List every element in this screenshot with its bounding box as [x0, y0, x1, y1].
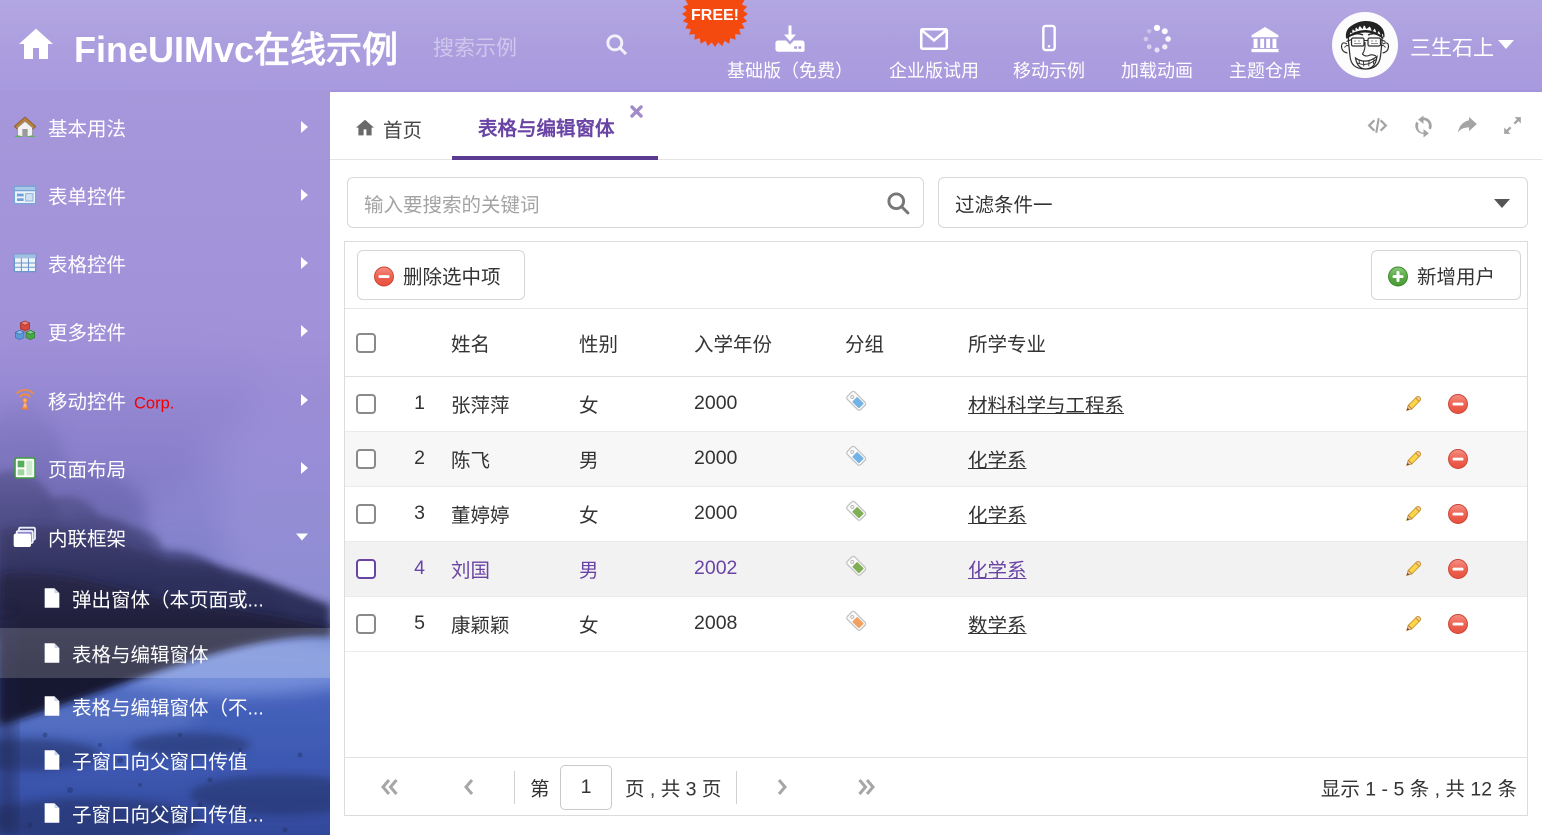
- svg-text:FREE!: FREE!: [691, 7, 739, 24]
